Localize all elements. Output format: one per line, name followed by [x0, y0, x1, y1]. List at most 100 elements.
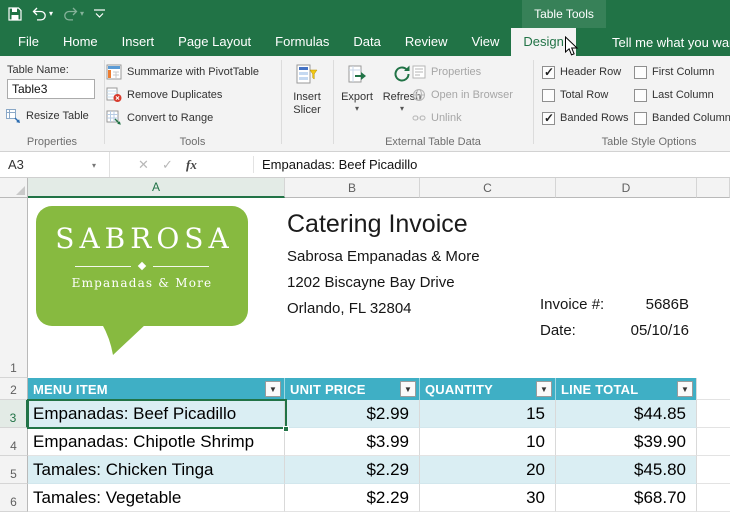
- tab-view[interactable]: View: [459, 28, 511, 56]
- undo-dropdown-icon[interactable]: ▾: [49, 10, 53, 18]
- cell-C5[interactable]: 20: [420, 456, 556, 484]
- row-header-1[interactable]: 1: [0, 198, 28, 378]
- name-box-dropdown-icon[interactable]: ▾: [92, 161, 96, 170]
- cell-C4[interactable]: 10: [420, 428, 556, 456]
- checkbox-header-row[interactable]: Header Row: [542, 63, 621, 81]
- gridline: [697, 483, 730, 484]
- tell-me-box[interactable]: Tell me what you want to do: [606, 28, 730, 56]
- cell-B3[interactable]: $2.99: [285, 400, 420, 428]
- cell-A5[interactable]: Tamales: Chicken Tinga: [28, 456, 285, 484]
- column-header-c[interactable]: C: [420, 178, 556, 198]
- formula-bar-content[interactable]: Empanadas: Beef Picadillo: [262, 152, 417, 177]
- header-cell-quantity[interactable]: QUANTITY ▼: [420, 378, 556, 400]
- header-cell-unit-price[interactable]: UNIT PRICE ▼: [285, 378, 420, 400]
- tab-insert[interactable]: Insert: [110, 28, 167, 56]
- summarize-pivottable-button[interactable]: Summarize with PivotTable: [106, 62, 259, 82]
- cell-A6[interactable]: Tamales: Vegetable: [28, 484, 285, 512]
- export-icon: [347, 64, 367, 84]
- column-header-b[interactable]: B: [285, 178, 420, 198]
- group-divider: [333, 60, 334, 144]
- pivottable-icon: [106, 64, 122, 80]
- row-header-3[interactable]: 3: [0, 400, 28, 428]
- cell-D3[interactable]: $44.85: [556, 400, 697, 428]
- table-name-input[interactable]: [7, 79, 95, 99]
- enter-icon: ✓: [162, 152, 173, 177]
- row-header-4[interactable]: 4: [0, 428, 28, 456]
- properties-icon: [412, 65, 426, 79]
- invoice-address-line-2[interactable]: Orlando, FL 32804: [287, 300, 412, 317]
- banded-rows-label: Banded Rows: [560, 112, 629, 124]
- invoice-company-line[interactable]: Sabrosa Empanadas & More: [287, 248, 480, 265]
- tab-home[interactable]: Home: [51, 28, 110, 56]
- cell-D6[interactable]: $68.70: [556, 484, 697, 512]
- export-dropdown-icon[interactable]: ▾: [338, 104, 376, 113]
- quantity-header-label: QUANTITY: [425, 382, 493, 397]
- cell-B5[interactable]: $2.29: [285, 456, 420, 484]
- summarize-pivottable-label: Summarize with PivotTable: [127, 66, 259, 78]
- unlink-label: Unlink: [431, 112, 462, 124]
- row-header-6[interactable]: 6: [0, 484, 28, 512]
- slicer-icon: [295, 62, 319, 86]
- remove-duplicates-icon: [106, 87, 122, 103]
- cell-B6[interactable]: $2.29: [285, 484, 420, 512]
- tab-review[interactable]: Review: [393, 28, 460, 56]
- invoice-date-value: 05/10/16: [631, 322, 689, 339]
- invoice-title[interactable]: Catering Invoice: [287, 210, 468, 239]
- checkbox-box: [542, 66, 555, 79]
- column-header-a[interactable]: A: [28, 178, 285, 198]
- total-row-label: Total Row: [560, 89, 608, 101]
- style-options-group-label: Table Style Options: [534, 136, 730, 148]
- cell-A3[interactable]: Empanadas: Beef Picadillo: [28, 400, 285, 428]
- checkbox-banded-rows[interactable]: Banded Rows: [542, 109, 629, 127]
- insert-slicer-button[interactable]: Insert Slicer: [284, 60, 330, 116]
- insert-function-button[interactable]: fx: [186, 152, 197, 177]
- tab-data[interactable]: Data: [341, 28, 392, 56]
- invoice-address-line-1[interactable]: 1202 Biscayne Bay Drive: [287, 274, 455, 291]
- column-header-partial[interactable]: [697, 178, 730, 198]
- filter-dropdown-button[interactable]: ▼: [536, 381, 552, 397]
- tell-me-label: Tell me what you want to do: [612, 35, 730, 50]
- invoice-date-row[interactable]: Date: 05/10/16: [540, 317, 689, 343]
- remove-duplicates-button[interactable]: Remove Duplicates: [106, 85, 222, 105]
- checkbox-banded-columns[interactable]: Banded Columns: [634, 109, 730, 127]
- redo-dropdown-icon: ▾: [80, 10, 84, 18]
- tab-design[interactable]: Design: [511, 28, 575, 56]
- table-name-label: Table Name:: [7, 64, 69, 76]
- insert-slicer-label-2: Slicer: [284, 104, 330, 116]
- logo-name: SABROSA: [36, 222, 248, 255]
- column-header-d[interactable]: D: [556, 178, 697, 198]
- line-total-header-label: LINE TOTAL: [561, 382, 638, 397]
- row-header-2[interactable]: 2: [0, 378, 28, 400]
- resize-table-button[interactable]: Resize Table: [5, 106, 89, 126]
- select-all-corner[interactable]: [0, 178, 28, 198]
- checkbox-first-column[interactable]: First Column: [634, 63, 714, 81]
- export-button[interactable]: Export ▾: [338, 60, 376, 113]
- row-header-5[interactable]: 5: [0, 456, 28, 484]
- customize-qat-button[interactable]: [94, 9, 105, 19]
- checkbox-last-column[interactable]: Last Column: [634, 86, 714, 104]
- resize-table-label: Resize Table: [26, 110, 89, 122]
- cell-B4[interactable]: $3.99: [285, 428, 420, 456]
- checkbox-total-row[interactable]: Total Row: [542, 86, 608, 104]
- external-group-label: External Table Data: [334, 136, 532, 148]
- cell-A4[interactable]: Empanadas: Chipotle Shrimp: [28, 428, 285, 456]
- header-cell-menu-item[interactable]: MENU ITEM ▼: [28, 378, 285, 400]
- filter-dropdown-button[interactable]: ▼: [265, 381, 281, 397]
- invoice-number-row[interactable]: Invoice #: 5686B: [540, 291, 689, 317]
- filter-dropdown-button[interactable]: ▼: [400, 381, 416, 397]
- cell-D4[interactable]: $39.90: [556, 428, 697, 456]
- undo-button[interactable]: ▾: [32, 7, 53, 21]
- filter-dropdown-button[interactable]: ▼: [677, 381, 693, 397]
- header-cell-line-total[interactable]: LINE TOTAL ▼: [556, 378, 697, 400]
- properties-disabled-label: Properties: [431, 66, 481, 78]
- title-bar: ▾ ▾ Table Tools: [0, 0, 730, 28]
- save-button[interactable]: [8, 7, 22, 21]
- convert-range-icon: [106, 110, 122, 126]
- cell-D5[interactable]: $45.80: [556, 456, 697, 484]
- tab-formulas[interactable]: Formulas: [263, 28, 341, 56]
- cell-C3[interactable]: 15: [420, 400, 556, 428]
- convert-to-range-button[interactable]: Convert to Range: [106, 108, 213, 128]
- cell-C6[interactable]: 30: [420, 484, 556, 512]
- tab-page-layout[interactable]: Page Layout: [166, 28, 263, 56]
- tab-file[interactable]: File: [6, 28, 51, 56]
